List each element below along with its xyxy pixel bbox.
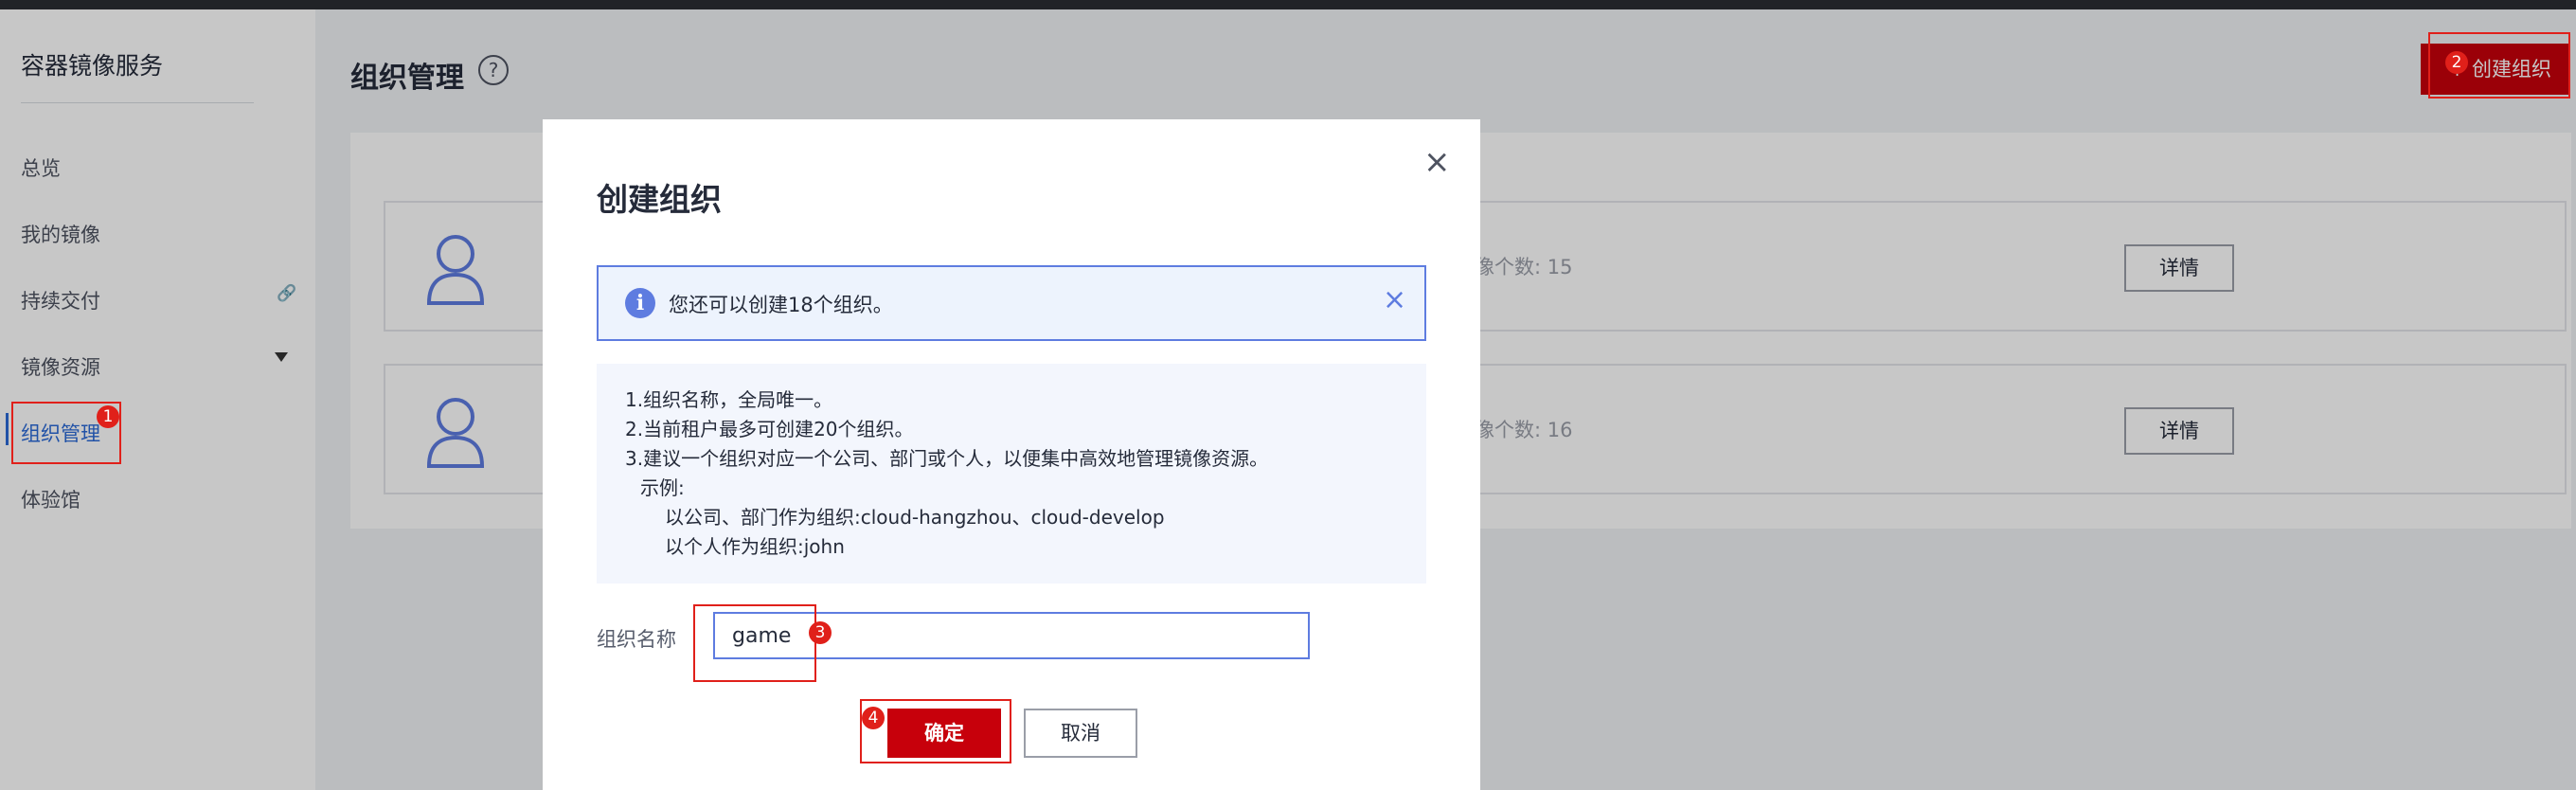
close-icon[interactable]: × [1423, 146, 1451, 178]
tip-line: 2.当前租户最多可创建20个组织。 [625, 418, 914, 440]
tips-box: 1.组织名称，全局唯一。 2.当前租户最多可创建20个组织。 3.建议一个组织对… [597, 364, 1426, 584]
info-alert: i 您还可以创建18个组织。 × [597, 265, 1426, 341]
annotation-number: 3 [809, 621, 832, 644]
tip-line: 以个人作为组织:john [665, 535, 845, 558]
tip-line: 示例: [640, 476, 685, 499]
create-organization-dialog: 创建组织 × i 您还可以创建18个组织。 × 1.组织名称，全局唯一。 2.当… [543, 119, 1480, 790]
annotation-box [693, 604, 816, 682]
tip-line: 1.组织名称，全局唯一。 [625, 388, 833, 411]
info-alert-text: 您还可以创建18个组织。 [669, 294, 893, 316]
tip-line: 3.建议一个组织对应一个公司、部门或个人，以便集中高效地管理镜像资源。 [625, 447, 1269, 470]
cancel-button[interactable]: 取消 [1024, 709, 1137, 758]
annotation-number: 2 [2445, 51, 2468, 74]
alert-close-icon[interactable]: × [1383, 284, 1406, 316]
dialog-title: 创建组织 [597, 181, 722, 218]
annotation-number: 4 [862, 707, 885, 729]
org-name-label: 组织名称 [597, 628, 676, 651]
annotation-box [860, 699, 1011, 763]
tip-line: 以公司、部门作为组织:cloud-hangzhou、cloud-develop [665, 506, 1165, 529]
info-icon: i [625, 288, 655, 318]
annotation-number: 1 [97, 405, 119, 428]
